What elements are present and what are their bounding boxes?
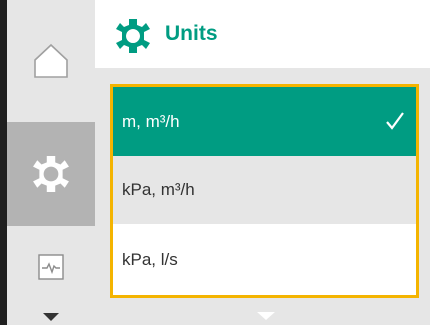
triangle-down-icon bbox=[43, 312, 59, 321]
page-title: Units bbox=[165, 22, 218, 45]
sidebar-item-home[interactable] bbox=[7, 0, 95, 122]
checkmark-icon bbox=[386, 112, 404, 130]
triangle-down-icon bbox=[257, 312, 275, 320]
option-label: m, m³/h bbox=[122, 111, 180, 131]
page-header: Units bbox=[95, 0, 430, 68]
units-option-list: m, m³/h kPa, m³/h kPa, l/s bbox=[110, 84, 419, 298]
sidebar bbox=[7, 0, 95, 325]
option-item-kpa-ls[interactable]: kPa, l/s bbox=[113, 224, 416, 295]
gear-icon bbox=[116, 19, 150, 53]
home-icon bbox=[34, 43, 68, 78]
device-screen: Units m, m³/h kPa, m³/h kPa, l/s bbox=[0, 0, 430, 325]
option-item-kpa-m3h[interactable]: kPa, m³/h bbox=[113, 156, 416, 224]
option-label: kPa, m³/h bbox=[122, 180, 195, 199]
option-label: kPa, l/s bbox=[122, 249, 178, 269]
sidebar-item-diagnostics[interactable] bbox=[7, 226, 95, 308]
option-item-m-m3h[interactable]: m, m³/h bbox=[113, 87, 416, 156]
sidebar-scroll-down[interactable] bbox=[7, 308, 95, 325]
gear-icon bbox=[33, 156, 69, 192]
device-bezel bbox=[0, 0, 7, 325]
sidebar-item-settings[interactable] bbox=[7, 122, 95, 226]
pulse-monitor-icon bbox=[38, 254, 64, 280]
